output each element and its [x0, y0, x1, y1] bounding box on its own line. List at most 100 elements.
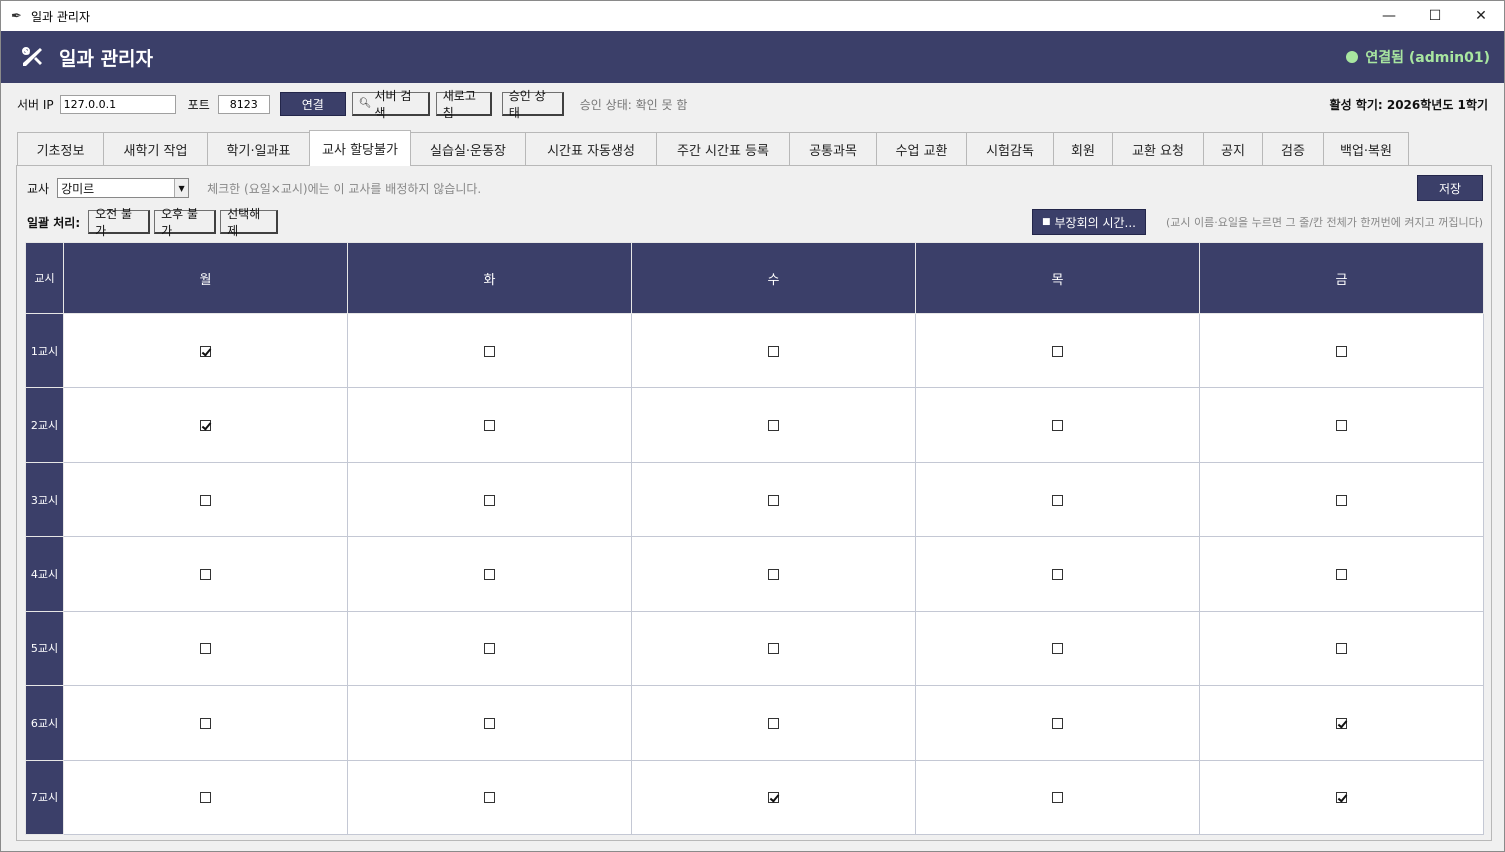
unavailable-checkbox[interactable]: [484, 345, 495, 357]
unavailable-checkbox[interactable]: [1336, 643, 1347, 655]
server-search-label: 서버 검색: [374, 88, 412, 120]
unavailable-checkbox[interactable]: [1336, 792, 1347, 804]
grid-cell: [915, 387, 1200, 463]
unavailable-checkbox[interactable]: [768, 345, 779, 357]
teacher-select[interactable]: 강미르 ▼: [57, 178, 190, 198]
close-button[interactable]: ✕: [1458, 1, 1504, 31]
grid-cell: [63, 387, 348, 463]
app-window: ✒ 일과 관리자 — ☐ ✕ 일과 관리자 연결됨 (admin01) 서버 I…: [0, 0, 1505, 852]
unavailable-checkbox[interactable]: [484, 717, 495, 729]
unavailable-checkbox[interactable]: [768, 792, 779, 804]
clear-selection-button[interactable]: 선택해제: [220, 207, 279, 238]
period-label[interactable]: 4교시: [25, 536, 64, 612]
tab-common-subjects[interactable]: 공통과목: [789, 132, 877, 166]
app-header: 일과 관리자 연결됨 (admin01): [1, 31, 1504, 83]
day-header-thu[interactable]: 목: [915, 242, 1200, 314]
period-label[interactable]: 1교시: [25, 312, 64, 389]
teacher-select-value: 강미르: [61, 181, 95, 196]
tab-new-semester[interactable]: 새학기 작업: [103, 132, 208, 166]
unavailable-checkbox[interactable]: [1052, 717, 1063, 729]
unavailable-checkbox[interactable]: [1336, 494, 1347, 506]
am-unavailable-button[interactable]: 오전 불가: [88, 207, 151, 238]
unavailable-checkbox[interactable]: [200, 643, 211, 655]
unavailable-checkbox[interactable]: [1336, 345, 1347, 357]
unavailable-checkbox[interactable]: [484, 494, 495, 506]
tab-notice[interactable]: 공지: [1203, 132, 1263, 166]
unavailable-checkbox[interactable]: [1052, 420, 1063, 432]
connection-toolbar: 서버 IP 포트 연결 🔍︎ 서버 검색 새로고침 승인 상태 승인 상태: 확…: [1, 89, 1504, 120]
unavailable-checkbox[interactable]: [1052, 494, 1063, 506]
grid-cell: [63, 685, 348, 761]
tab-basic-info[interactable]: 기초정보: [17, 132, 104, 166]
refresh-button[interactable]: 새로고침: [435, 89, 492, 120]
server-ip-input[interactable]: [59, 94, 176, 114]
day-header-fri[interactable]: 금: [1199, 242, 1484, 314]
meeting-time-button[interactable]: ■ 부장회의 시간...: [1032, 209, 1146, 235]
table-row: 3교시: [25, 461, 1484, 538]
minimize-button[interactable]: —: [1366, 1, 1412, 31]
unavailable-checkbox[interactable]: [1052, 568, 1063, 580]
grid-cell: [631, 312, 916, 389]
pm-unavailable-button[interactable]: 오후 불가: [154, 207, 217, 238]
grid-cell: [347, 685, 632, 761]
grid-cell: [1199, 536, 1484, 612]
status-dot-icon: [1346, 51, 1359, 63]
unavailable-checkbox[interactable]: [200, 792, 211, 804]
toggle-hint: (교시 이름·요일을 누르면 그 줄/칸 전체가 한꺼번에 켜지고 꺼집니다): [1166, 216, 1483, 229]
unavailable-checkbox[interactable]: [200, 345, 211, 357]
table-row: 5교시: [25, 610, 1484, 687]
tab-validation[interactable]: 검증: [1262, 132, 1324, 166]
chevron-down-icon[interactable]: ▼: [174, 179, 189, 197]
unavailable-checkbox[interactable]: [484, 568, 495, 580]
unavailable-checkbox[interactable]: [768, 717, 779, 729]
tab-members[interactable]: 회원: [1053, 132, 1113, 166]
grid-cell: [347, 387, 632, 463]
port-input[interactable]: [217, 94, 270, 114]
tab-lab-field[interactable]: 실습실·운동장: [410, 132, 526, 166]
period-label[interactable]: 7교시: [25, 759, 64, 836]
unavailable-checkbox[interactable]: [200, 568, 211, 580]
unavailable-checkbox[interactable]: [1052, 345, 1063, 357]
tab-timetable-autogen[interactable]: 시간표 자동생성: [525, 132, 657, 166]
unavailable-checkbox[interactable]: [1336, 420, 1347, 432]
maximize-button[interactable]: ☐: [1412, 1, 1458, 31]
connect-button[interactable]: 연결: [279, 92, 346, 116]
unavailable-checkbox[interactable]: [768, 494, 779, 506]
unavailable-checkbox[interactable]: [768, 420, 779, 432]
unavailable-checkbox[interactable]: [1052, 792, 1063, 804]
tab-semester-schedule[interactable]: 학기·일과표: [207, 132, 310, 166]
period-label[interactable]: 6교시: [25, 685, 64, 761]
period-label[interactable]: 5교시: [25, 610, 64, 687]
unavailable-checkbox[interactable]: [484, 792, 495, 804]
unavailable-checkbox[interactable]: [768, 643, 779, 655]
tab-backup-restore[interactable]: 백업·복원: [1323, 132, 1409, 166]
unavailable-checkbox[interactable]: [200, 420, 211, 432]
day-header-mon[interactable]: 월: [63, 242, 348, 314]
save-button[interactable]: 저장: [1417, 175, 1483, 201]
period-label[interactable]: 2교시: [25, 387, 64, 463]
server-search-button[interactable]: 🔍︎ 서버 검색: [351, 89, 430, 120]
teacher-select-row: 교사 강미르 ▼ 체크한 (요일×교시)에는 이 교사를 배정하지 않습니다. …: [27, 175, 1483, 201]
unavailable-checkbox[interactable]: [484, 643, 495, 655]
unavailable-checkbox[interactable]: [1336, 568, 1347, 580]
teacher-label: 교사: [27, 181, 50, 196]
unavailable-checkbox[interactable]: [1052, 643, 1063, 655]
period-label[interactable]: 3교시: [25, 461, 64, 538]
tab-exam-proctor[interactable]: 시험감독: [966, 132, 1054, 166]
approval-status-button[interactable]: 승인 상태: [501, 89, 564, 120]
unavailable-checkbox[interactable]: [200, 717, 211, 729]
search-icon: 🔍︎: [358, 98, 372, 109]
unavailable-checkbox[interactable]: [484, 420, 495, 432]
table-row: 1교시: [25, 312, 1484, 389]
unavailable-checkbox[interactable]: [1336, 717, 1347, 729]
tab-class-swap[interactable]: 수업 교환: [876, 132, 967, 166]
day-header-tue[interactable]: 화: [347, 242, 632, 314]
tab-swap-requests[interactable]: 교환 요청: [1112, 132, 1204, 166]
grid-header-row: 교시 월 화 수 목 금: [25, 242, 1484, 314]
tab-weekly-timetable[interactable]: 주간 시간표 등록: [656, 132, 790, 166]
grid-cell: [631, 610, 916, 687]
unavailable-checkbox[interactable]: [200, 494, 211, 506]
unavailable-checkbox[interactable]: [768, 568, 779, 580]
day-header-wed[interactable]: 수: [631, 242, 916, 314]
tab-teacher-unavailable[interactable]: 교사 할당불가: [309, 130, 411, 166]
